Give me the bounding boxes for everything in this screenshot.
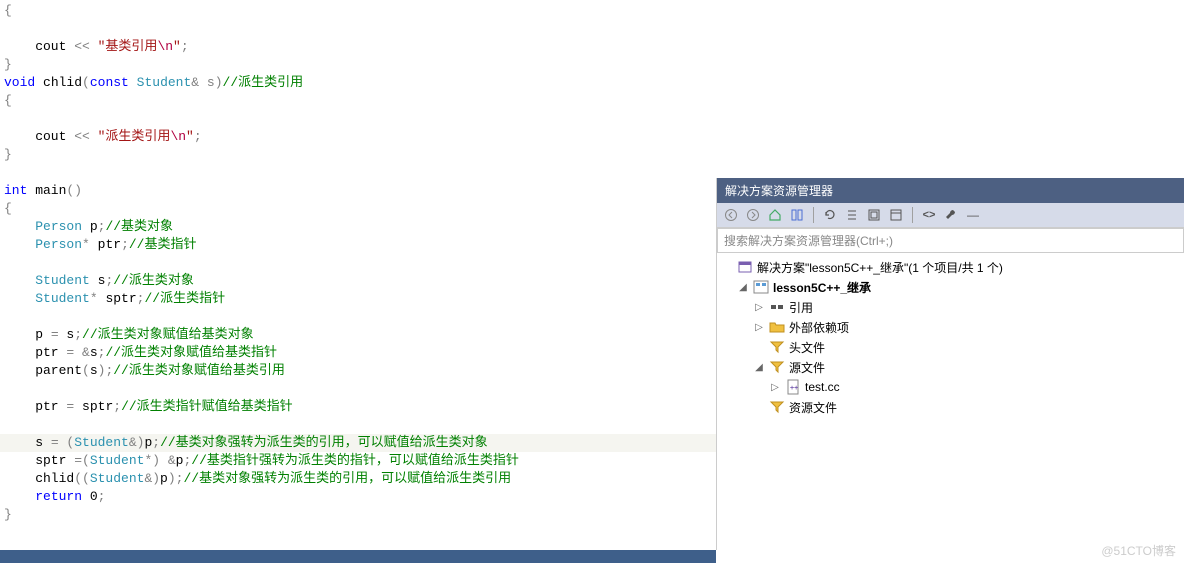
code-line[interactable]: } [4, 56, 716, 74]
project-icon [753, 279, 769, 295]
file-label: test.cc [805, 380, 840, 394]
code-line[interactable]: { [4, 200, 716, 218]
sync-icon[interactable] [789, 207, 805, 223]
expand-icon[interactable]: ▷ [753, 322, 765, 333]
separator [912, 207, 913, 223]
code-line[interactable]: ptr = sptr;//派生类指针赋值给基类指针 [4, 398, 716, 416]
code-line[interactable]: { [4, 92, 716, 110]
code-line[interactable] [4, 164, 716, 182]
show-all-icon[interactable] [866, 207, 882, 223]
code-line[interactable]: s = (Student&)p;//基类对象强转为派生类的引用，可以赋值给派生类… [4, 434, 716, 452]
collapse-icon[interactable] [844, 207, 860, 223]
solution-tree: 解决方案"lesson5C++_继承"(1 个项目/共 1 个) ◢ lesso… [717, 253, 1184, 550]
code-line[interactable]: Student* sptr;//派生类指针 [4, 290, 716, 308]
code-line[interactable] [4, 308, 716, 326]
headers-label: 头文件 [789, 339, 825, 356]
panel-toolbar: <> — [717, 203, 1184, 228]
properties-icon[interactable] [888, 207, 904, 223]
references-label: 引用 [789, 299, 813, 316]
solution-label: 解决方案"lesson5C++_继承"(1 个项目/共 1 个) [757, 259, 1003, 276]
watermark: @51CTO博客 [1101, 542, 1176, 559]
expand-icon[interactable]: ▷ [769, 382, 781, 393]
external-deps-label: 外部依赖项 [789, 319, 849, 336]
separator [813, 207, 814, 223]
code-line[interactable]: return 0; [4, 488, 716, 506]
panel-title: 解决方案资源管理器 [717, 178, 1184, 203]
sources-label: 源文件 [789, 359, 825, 376]
expand-icon[interactable]: ▷ [753, 302, 765, 313]
code-line[interactable]: p = s;//派生类对象赋值给基类对象 [4, 326, 716, 344]
solution-node[interactable]: 解决方案"lesson5C++_继承"(1 个项目/共 1 个) [717, 257, 1184, 277]
external-deps-node[interactable]: ▷ 外部依赖项 [717, 317, 1184, 337]
dash-icon[interactable]: — [965, 207, 981, 223]
code-line[interactable] [4, 380, 716, 398]
code-line[interactable]: Person* ptr;//基类指针 [4, 236, 716, 254]
cpp-file-icon: ++ [785, 379, 801, 395]
code-line[interactable]: sptr =(Student*) &p;//基类指针强转为派生类的指针，可以赋值… [4, 452, 716, 470]
solution-explorer-panel: 解决方案资源管理器 <> — 搜索解决方案资源管理器(Ctrl+;) 解决方案"… [716, 178, 1184, 550]
file-test-cc[interactable]: ▷ ++ test.cc [717, 377, 1184, 397]
back-icon[interactable] [723, 207, 739, 223]
forward-icon[interactable] [745, 207, 761, 223]
solution-icon [737, 259, 753, 275]
code-line[interactable] [4, 20, 716, 38]
wrench-icon[interactable] [943, 207, 959, 223]
code-line[interactable] [4, 110, 716, 128]
code-line[interactable]: cout << "基类引用\n"; [4, 38, 716, 56]
references-icon [769, 299, 785, 315]
code-line[interactable]: cout << "派生类引用\n"; [4, 128, 716, 146]
code-editor[interactable]: { cout << "基类引用\n";}void chlid(const Stu… [0, 0, 716, 563]
svg-text:++: ++ [790, 385, 798, 392]
project-node[interactable]: ◢ lesson5C++_继承 [717, 277, 1184, 297]
code-icon[interactable]: <> [921, 207, 937, 223]
code-line[interactable]: { [4, 2, 716, 20]
status-bar [0, 550, 716, 563]
filter-icon [769, 399, 785, 415]
resources-node[interactable]: 资源文件 [717, 397, 1184, 417]
code-line[interactable] [4, 254, 716, 272]
filter-icon [769, 339, 785, 355]
resources-label: 资源文件 [789, 399, 837, 416]
code-line[interactable]: chlid((Student&)p);//基类对象强转为派生类的引用，可以赋值给… [4, 470, 716, 488]
code-line[interactable]: } [4, 506, 716, 524]
headers-node[interactable]: 头文件 [717, 337, 1184, 357]
project-label: lesson5C++_继承 [773, 279, 871, 296]
code-line[interactable]: parent(s);//派生类对象赋值给基类引用 [4, 362, 716, 380]
code-line[interactable]: Person p;//基类对象 [4, 218, 716, 236]
code-line[interactable]: int main() [4, 182, 716, 200]
code-line[interactable]: Student s;//派生类对象 [4, 272, 716, 290]
sources-node[interactable]: ◢ 源文件 [717, 357, 1184, 377]
code-line[interactable]: ptr = &s;//派生类对象赋值给基类指针 [4, 344, 716, 362]
home-icon[interactable] [767, 207, 783, 223]
search-input[interactable]: 搜索解决方案资源管理器(Ctrl+;) [717, 228, 1184, 253]
folder-icon [769, 319, 785, 335]
filter-icon [769, 359, 785, 375]
code-line[interactable]: } [4, 146, 716, 164]
collapse-icon[interactable]: ◢ [753, 362, 765, 373]
references-node[interactable]: ▷ 引用 [717, 297, 1184, 317]
refresh-icon[interactable] [822, 207, 838, 223]
code-line[interactable] [4, 416, 716, 434]
code-line[interactable]: void chlid(const Student& s)//派生类引用 [4, 74, 716, 92]
collapse-icon[interactable]: ◢ [737, 282, 749, 293]
